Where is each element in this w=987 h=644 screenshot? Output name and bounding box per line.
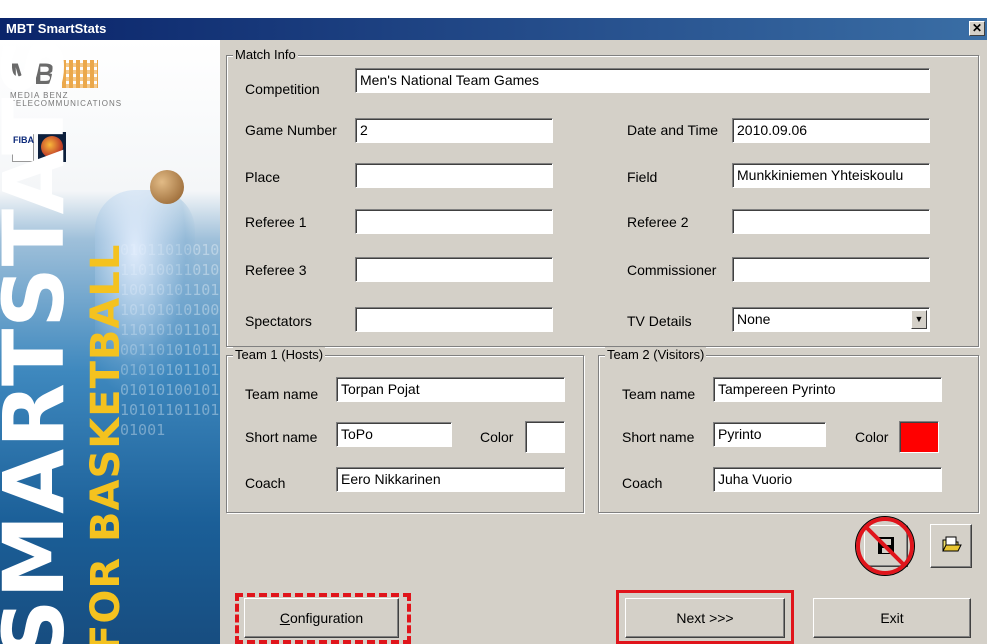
team2-color-swatch[interactable]	[899, 421, 939, 453]
team2-legend: Team 2 (Visitors)	[605, 347, 707, 362]
team2-short-name-label: Short name	[622, 429, 695, 445]
match-info-legend: Match Info	[233, 47, 298, 62]
title-bar: MBT SmartStats ✕	[0, 18, 987, 40]
referee1-label: Referee 1	[245, 214, 307, 230]
tv-details-select[interactable]: None ▼	[732, 307, 930, 332]
date-time-label: Date and Time	[627, 122, 719, 138]
match-info-group: Match Info	[226, 47, 979, 347]
team1-short-name-field[interactable]: ToPo	[336, 422, 452, 447]
place-label: Place	[245, 169, 281, 185]
brand-banner: MB MEDIA BENZ TELECOMMUNICATIONS FIBA 01…	[0, 40, 220, 644]
referee1-field[interactable]	[355, 209, 553, 234]
team1-color-label: Color	[480, 429, 514, 445]
chevron-down-icon[interactable]: ▼	[911, 310, 927, 329]
for-basketball-wordmark: FOR BASKETBALL	[83, 243, 129, 644]
team1-short-name-label: Short name	[245, 429, 318, 445]
commissioner-field[interactable]	[732, 257, 930, 282]
team2-coach-label: Coach	[622, 475, 663, 491]
referee2-label: Referee 2	[627, 214, 689, 230]
team2-coach-field[interactable]: Juha Vuorio	[713, 467, 942, 492]
smartstats-wordmark: SMARTSTATS	[0, 40, 83, 644]
next-highlight	[616, 590, 794, 644]
team2-name-field[interactable]: Tampereen Pyrinto	[713, 377, 942, 402]
window-title: MBT SmartStats	[6, 21, 107, 36]
spectators-label: Spectators	[245, 313, 312, 329]
team2-color-label: Color	[855, 429, 889, 445]
spectators-field[interactable]	[355, 307, 553, 332]
open-folder-icon	[942, 536, 962, 552]
competition-field[interactable]: Men's National Team Games	[355, 68, 930, 93]
competition-label: Competition	[245, 81, 320, 97]
commissioner-label: Commissioner	[627, 262, 717, 278]
basketball-icon	[150, 170, 184, 204]
field-label: Field	[627, 169, 658, 185]
team1-name-field[interactable]: Torpan Pojat	[336, 377, 565, 402]
place-field[interactable]	[355, 163, 553, 188]
team1-color-swatch[interactable]	[525, 421, 565, 453]
referee3-label: Referee 3	[245, 262, 307, 278]
referee3-field[interactable]	[355, 257, 553, 282]
team1-name-label: Team name	[245, 386, 319, 402]
team2-short-name-field[interactable]: Pyrinto	[713, 422, 826, 447]
game-number-field[interactable]: 2	[355, 118, 553, 143]
team1-legend: Team 1 (Hosts)	[233, 347, 326, 362]
game-number-label: Game Number	[245, 122, 337, 138]
open-button[interactable]	[930, 524, 972, 568]
configuration-highlight	[235, 593, 411, 644]
team1-coach-field[interactable]: Eero Nikkarinen	[336, 467, 565, 492]
tv-details-label: TV Details	[627, 313, 692, 329]
team1-coach-label: Coach	[245, 475, 286, 491]
field-field[interactable]: Munkkiniemen Yhteiskoulu	[732, 163, 930, 188]
exit-button[interactable]: Exit	[813, 598, 971, 638]
tv-details-value: None	[737, 311, 771, 327]
team2-name-label: Team name	[622, 386, 696, 402]
close-button[interactable]: ✕	[969, 21, 985, 36]
exit-label: Exit	[880, 610, 904, 626]
referee2-field[interactable]	[732, 209, 930, 234]
date-time-field[interactable]: 2010.09.06	[732, 118, 930, 143]
prohibited-icon	[855, 516, 915, 576]
